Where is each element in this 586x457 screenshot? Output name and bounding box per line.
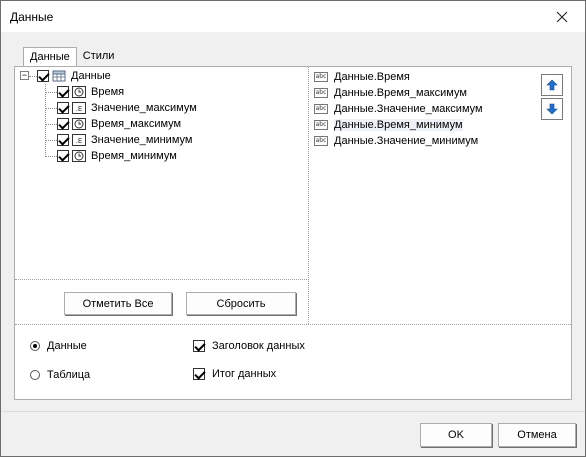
- list-item[interactable]: abc Данные.Время: [314, 69, 410, 84]
- clock-icon: [72, 118, 86, 130]
- list-item-label: Данные.Время_максимум: [334, 86, 467, 99]
- selected-fields-list[interactable]: abc Данные.Время abc Данные.Время_максим…: [310, 67, 571, 324]
- numeric-field-icon: .E: [72, 134, 86, 146]
- checkbox-root[interactable]: [37, 70, 49, 82]
- dialog-window: Данные Данные Стили − Данные Время .E Зн…: [0, 0, 586, 457]
- checkbox-field[interactable]: [57, 118, 69, 130]
- list-item-label: Данные.Значение_максимум: [334, 102, 483, 115]
- svg-text:.E: .E: [76, 105, 83, 113]
- table-icon: [52, 70, 66, 82]
- radio-label: Таблица: [47, 369, 91, 381]
- fields-tree-pane: − Данные Время .E Значение_максимум Врем…: [15, 67, 309, 324]
- tab-data[interactable]: Данные: [23, 47, 77, 68]
- text-field-icon: abc: [314, 71, 328, 82]
- svg-text:.E: .E: [76, 137, 83, 145]
- tree-node-child[interactable]: Время: [57, 84, 124, 100]
- tree-node-label: Значение_максимум: [91, 102, 197, 114]
- check-all-button[interactable]: Отметить Все: [64, 292, 172, 315]
- tab-panel-data: − Данные Время .E Значение_максимум Врем…: [14, 66, 572, 400]
- text-field-icon: abc: [314, 119, 328, 130]
- window-title: Данные: [10, 10, 54, 24]
- tree-node-root[interactable]: Данные: [37, 68, 111, 84]
- list-item[interactable]: abc Данные.Значение_максимум: [314, 101, 483, 116]
- radio-option-data[interactable]: Данные: [30, 340, 87, 352]
- divider: [15, 324, 571, 325]
- tree-node-label: Время_максимум: [91, 118, 182, 130]
- tab-styles[interactable]: Стили: [77, 47, 121, 67]
- tree-node-child[interactable]: .E Значение_максимум: [57, 100, 197, 116]
- tree-node-child[interactable]: .E Значение_минимум: [57, 132, 192, 148]
- close-icon: [556, 11, 568, 22]
- text-field-icon: abc: [314, 135, 328, 146]
- move-up-button[interactable]: [541, 74, 563, 96]
- checkbox-option-header[interactable]: Заголовок данных: [193, 340, 305, 352]
- collapse-toggle[interactable]: −: [20, 71, 29, 80]
- radio-label: Данные: [47, 340, 87, 352]
- fields-tree[interactable]: − Данные Время .E Значение_максимум Врем…: [15, 67, 309, 280]
- radio-option-table[interactable]: Таблица: [30, 369, 90, 381]
- tree-node-label: Время_минимум: [91, 150, 177, 162]
- text-field-icon: abc: [314, 103, 328, 114]
- checkbox-field[interactable]: [57, 86, 69, 98]
- list-item-label: Данные.Время_минимум: [334, 118, 463, 131]
- close-button[interactable]: [539, 1, 585, 32]
- list-item[interactable]: abc Данные.Время_максимум: [314, 85, 467, 100]
- list-item-selected[interactable]: abc Данные.Время_минимум: [314, 117, 463, 132]
- arrow-up-icon: [546, 79, 558, 91]
- tree-node-label: Данные: [71, 70, 111, 82]
- list-item-label: Данные.Время: [334, 70, 410, 83]
- move-down-button[interactable]: [541, 98, 563, 120]
- reset-button[interactable]: Сбросить: [186, 292, 296, 315]
- checkbox-field[interactable]: [57, 150, 69, 162]
- list-item-label: Данные.Значение_минимум: [334, 134, 479, 147]
- radio-button[interactable]: [30, 370, 40, 380]
- arrow-down-icon: [546, 103, 558, 115]
- text-field-icon: abc: [314, 87, 328, 98]
- tree-node-child[interactable]: Время_максимум: [57, 116, 181, 132]
- list-item[interactable]: abc Данные.Значение_минимум: [314, 133, 478, 148]
- title-bar: Данные: [1, 1, 585, 32]
- cancel-button[interactable]: Отмена: [498, 423, 576, 447]
- ok-button[interactable]: OK: [420, 423, 492, 447]
- tree-node-child[interactable]: Время_минимум: [57, 148, 177, 164]
- footer-divider: [1, 411, 585, 412]
- checkbox-field[interactable]: [57, 102, 69, 114]
- checkbox-label: Итог данных: [212, 368, 277, 380]
- checkbox-field[interactable]: [57, 134, 69, 146]
- clock-icon: [72, 86, 86, 98]
- checkbox-total[interactable]: [193, 368, 205, 380]
- tab-strip: Данные Стили: [23, 47, 120, 68]
- checkbox-option-total[interactable]: Итог данных: [193, 368, 276, 380]
- checkbox-label: Заголовок данных: [212, 340, 305, 352]
- radio-button[interactable]: [30, 341, 40, 351]
- tree-node-label: Значение_минимум: [91, 134, 193, 146]
- tree-node-label: Время: [91, 86, 125, 98]
- clock-icon: [72, 150, 86, 162]
- checkbox-header[interactable]: [193, 340, 205, 352]
- numeric-field-icon: .E: [72, 102, 86, 114]
